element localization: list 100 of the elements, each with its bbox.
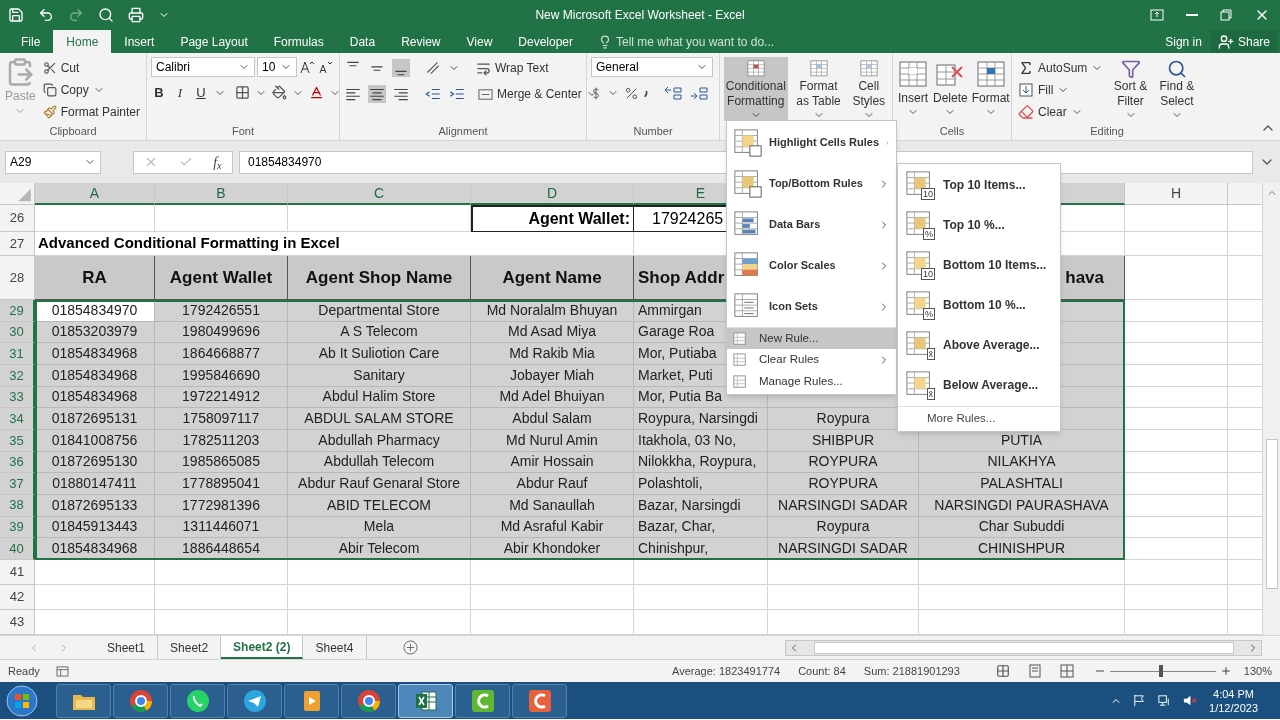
row-header[interactable]: 41 — [0, 559, 35, 585]
wrap-text-button[interactable]: Wrap Text — [474, 57, 551, 79]
orientation-icon[interactable] — [424, 59, 442, 77]
sort-filter-button[interactable]: Sort & Filter — [1109, 57, 1152, 121]
cut-button[interactable]: Cut — [40, 57, 142, 79]
ribbon-tab[interactable]: Data — [336, 30, 389, 53]
font-name-field[interactable]: Calibri — [151, 57, 255, 77]
row-header[interactable]: 40 — [0, 538, 35, 560]
column-header[interactable]: D — [471, 183, 634, 205]
zoom-level[interactable]: 130% — [1243, 662, 1272, 680]
share-button[interactable]: Share — [1209, 30, 1278, 53]
sign-in-link[interactable]: Sign in — [1157, 30, 1210, 53]
italic-button[interactable]: I — [172, 83, 188, 103]
row-header[interactable]: 33 — [0, 386, 35, 409]
taskbar-app[interactable] — [56, 683, 111, 718]
row-header[interactable]: 27 — [0, 232, 35, 256]
row-header[interactable]: 39 — [0, 516, 35, 539]
ribbon-tab[interactable]: Home — [53, 30, 112, 53]
conditional-formatting-button[interactable]: Conditional Formatting — [724, 57, 788, 121]
restore-icon[interactable] — [1220, 9, 1232, 21]
clear-button[interactable]: Clear — [1016, 101, 1106, 123]
table-cell: Sanitary — [288, 364, 471, 387]
font-size-field[interactable]: 10 — [257, 57, 297, 77]
taskbar-app[interactable] — [455, 683, 510, 718]
shrink-font-icon[interactable] — [317, 59, 333, 75]
vertical-align-icon[interactable] — [392, 59, 410, 77]
ribbon-display-icon[interactable] — [1150, 9, 1164, 21]
text-align-icon[interactable] — [368, 85, 386, 103]
column-header[interactable]: A — [35, 183, 155, 205]
menu-item[interactable]: x̄ Below Average... — [898, 365, 1060, 405]
ribbon-tab[interactable]: Review — [388, 30, 454, 53]
comma-style-icon[interactable] — [644, 88, 649, 98]
column-header[interactable]: H — [1125, 183, 1228, 205]
column-header[interactable]: C — [288, 183, 471, 205]
table-cell: 1995846690 — [155, 364, 288, 387]
menu-item[interactable]: x̄ Above Average... — [898, 325, 1060, 365]
start-button[interactable] — [4, 682, 40, 719]
taskbar-app[interactable] — [113, 683, 168, 718]
ribbon-tab[interactable]: Insert — [111, 30, 168, 53]
table-cell: Departmental Store — [288, 300, 471, 322]
row-header[interactable]: 31 — [0, 343, 35, 365]
row-header[interactable]: 26 — [0, 205, 35, 232]
percent-icon[interactable] — [625, 86, 638, 100]
menu-item[interactable]: % Top 10 %... — [898, 205, 1060, 245]
row-header[interactable]: 43 — [0, 609, 35, 635]
group-label: Cells — [939, 123, 965, 139]
row-header[interactable]: 32 — [0, 364, 35, 387]
page-break-view-icon[interactable] — [1059, 664, 1074, 678]
menu-item[interactable]: 10 Top 10 Items... — [898, 165, 1060, 205]
add-sheet-icon[interactable] — [402, 640, 418, 655]
copy-button[interactable]: Copy — [40, 79, 142, 101]
tell-me-field[interactable]: Tell me what you want to do... — [616, 32, 806, 51]
row-header[interactable]: 36 — [0, 451, 35, 474]
fill-button[interactable]: Fill — [1016, 79, 1106, 101]
macro-record-icon[interactable] — [55, 665, 69, 677]
ribbon-tab[interactable]: Developer — [505, 30, 586, 53]
row-header[interactable]: 35 — [0, 429, 35, 452]
row-header[interactable]: 34 — [0, 408, 35, 430]
ribbon-tab[interactable]: View — [453, 30, 506, 53]
row-header[interactable]: 38 — [0, 494, 35, 517]
row-header[interactable]: 28 — [0, 256, 35, 300]
row-header[interactable]: 37 — [0, 473, 35, 495]
format-button[interactable]: Format — [971, 57, 1010, 121]
more-rules-item[interactable]: More Rules... — [898, 406, 1060, 431]
taskbar-app[interactable] — [227, 683, 282, 718]
column-header[interactable]: B — [155, 183, 288, 205]
underline-button[interactable]: U — [193, 83, 209, 103]
number-format-field[interactable]: General — [591, 57, 713, 77]
scrollbar-thumb[interactable] — [1265, 439, 1278, 589]
delete-button[interactable]: Delete — [933, 57, 968, 121]
ribbon-tab[interactable]: Formulas — [260, 30, 337, 53]
table-cell: Jobayer Miah — [471, 364, 634, 387]
menu-item[interactable]: Highlight Cells Rules — [727, 122, 896, 163]
decrease-decimal-icon[interactable] — [689, 85, 709, 101]
currency-icon[interactable] — [591, 85, 601, 101]
menu-item[interactable]: New Rule... — [727, 327, 896, 349]
ribbon-tab[interactable]: Page Layout — [167, 30, 261, 53]
row-header[interactable]: 29 — [0, 300, 35, 322]
ribbon-tab[interactable]: File — [8, 30, 54, 53]
sheet-tab[interactable]: Sheet2 (2) — [221, 636, 304, 659]
table-cell: Md Asad Miya — [471, 321, 634, 344]
insert-button[interactable]: Insert — [897, 57, 929, 121]
vertical-scrollbar[interactable] — [1262, 183, 1280, 635]
name-box[interactable]: A29 — [5, 150, 101, 174]
grow-font-icon[interactable] — [299, 59, 315, 75]
taskbar-app[interactable] — [170, 683, 225, 718]
format-painter-button[interactable]: Format Painter — [40, 101, 142, 123]
taskbar-app[interactable] — [512, 683, 567, 718]
increase-decimal-icon[interactable] — [663, 85, 683, 101]
find-select-button[interactable]: Find & Select — [1155, 57, 1198, 121]
row-header[interactable]: 42 — [0, 584, 35, 610]
zoom-slider-thumb[interactable] — [1158, 665, 1163, 677]
bold-button[interactable]: B — [151, 83, 167, 103]
row-header[interactable]: 30 — [0, 321, 35, 344]
merge-center-button[interactable]: Merge & Center — [476, 83, 600, 105]
taskbar-app[interactable] — [284, 683, 339, 718]
taskbar-app[interactable] — [398, 683, 453, 718]
taskbar-app[interactable] — [341, 683, 396, 718]
horizontal-scrollbar[interactable] — [785, 639, 1262, 656]
autosum-button[interactable]: AutoSum — [1016, 57, 1106, 79]
